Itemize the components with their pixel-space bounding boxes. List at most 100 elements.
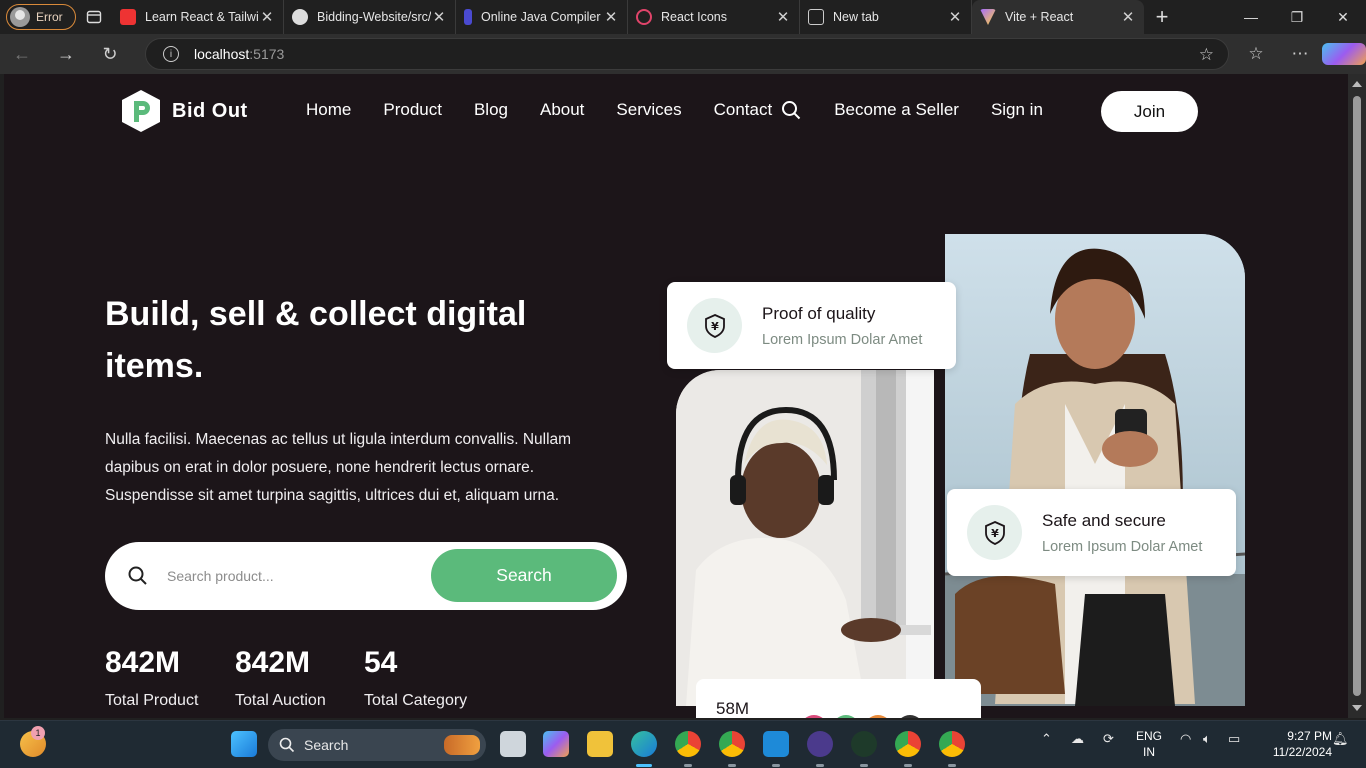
nav-product[interactable]: Product [383, 100, 442, 120]
youtube-icon [120, 9, 136, 25]
browser-tab-bar: Error Learn React & Tailwind ✕ Bidding-W… [0, 0, 1366, 34]
search-highlight-icon [444, 735, 480, 755]
tab-title: Online Java Compiler [481, 10, 601, 24]
vite-icon [980, 9, 996, 25]
close-icon[interactable]: ✕ [947, 8, 963, 26]
site-logo[interactable]: Bid Out [120, 89, 248, 133]
close-window-icon[interactable]: ✕ [1320, 0, 1366, 34]
forward-icon[interactable]: → [44, 34, 88, 74]
file-explorer-icon[interactable] [587, 731, 613, 757]
taskbar-search[interactable]: Search [268, 729, 486, 761]
close-icon[interactable]: ✕ [603, 8, 619, 26]
profile-button[interactable]: Error [6, 4, 76, 30]
search-button[interactable]: Search [431, 549, 617, 602]
refresh-icon[interactable]: ↻ [88, 34, 132, 74]
product-search-bar: Search [105, 542, 627, 610]
svg-text:¥: ¥ [991, 527, 999, 540]
nav-home[interactable]: Home [306, 100, 351, 120]
vscode-icon[interactable] [763, 731, 789, 757]
language-indicator[interactable]: ENG IN [1134, 728, 1164, 760]
app-indicator [948, 764, 956, 767]
chrome-icon[interactable] [939, 731, 965, 757]
edge-icon[interactable] [631, 731, 657, 757]
url-host: localhost [194, 46, 250, 62]
card-title: Safe and secure [1042, 510, 1166, 530]
stat-value: 54 [364, 646, 398, 679]
nav-contact[interactable]: Contact [714, 100, 773, 120]
address-bar[interactable]: i localhost:5173 ☆ [145, 38, 1229, 70]
browser-tab[interactable]: Online Java Compiler ✕ [456, 0, 628, 34]
close-icon[interactable]: ✕ [431, 8, 447, 26]
chrome-icon[interactable] [895, 731, 921, 757]
nav-about[interactable]: About [540, 100, 584, 120]
join-button[interactable]: Join [1101, 91, 1198, 132]
notifications-bell-icon[interactable]: 🔔︎ [1332, 731, 1349, 747]
mongodb-icon[interactable] [851, 731, 877, 757]
nav-blog[interactable]: Blog [474, 100, 508, 120]
browser-tab-active[interactable]: Vite + React ✕ [972, 0, 1144, 34]
close-icon[interactable]: ✕ [1120, 8, 1136, 26]
main-nav: Home Product Blog About Services Contact… [306, 100, 1043, 120]
wifi-icon[interactable]: ◠ [1180, 731, 1191, 747]
site-header: Bid Out Home Product Blog About Services… [4, 74, 1348, 150]
tab-title: New tab [833, 10, 879, 24]
page-scrollbar[interactable] [1348, 74, 1366, 718]
browser-tab[interactable]: Bidding-Website/src/ ✕ [284, 0, 456, 34]
site-info-icon[interactable]: i [163, 46, 179, 62]
copilot-icon[interactable] [543, 731, 569, 757]
shield-yen-icon: ¥ [967, 505, 1022, 560]
close-icon[interactable]: ✕ [775, 8, 791, 26]
profile-label: Error [36, 10, 63, 24]
search-input[interactable] [167, 564, 417, 588]
feature-card-secure: ¥ Safe and secure Lorem Ipsum Dolar Amet [947, 489, 1236, 576]
minimize-icon[interactable]: — [1228, 0, 1274, 34]
card-subtitle: Lorem Ipsum Dolar Amet [1042, 538, 1203, 555]
copilot-icon [1322, 43, 1366, 65]
battery-icon[interactable]: ▭ [1228, 731, 1240, 747]
browser-tab[interactable]: New tab ✕ [800, 0, 972, 34]
search-icon[interactable] [781, 100, 801, 120]
tab-actions-icon[interactable] [76, 0, 112, 34]
start-icon[interactable] [231, 731, 257, 757]
nav-become-seller[interactable]: Become a Seller [834, 100, 959, 120]
clock-date: 11/22/2024 [1272, 745, 1332, 759]
notification-badge: 1 [31, 726, 45, 740]
task-view-icon[interactable] [500, 731, 526, 757]
back-icon[interactable]: ← [0, 34, 44, 74]
close-icon[interactable]: ✕ [259, 8, 275, 26]
copilot-button[interactable] [1322, 43, 1366, 65]
lang-code: ENG [1135, 729, 1162, 743]
browser-tab[interactable]: Learn React & Tailwind ✕ [112, 0, 284, 34]
chrome-icon[interactable] [719, 731, 745, 757]
app-indicator [904, 764, 912, 767]
search-icon [127, 565, 149, 592]
onedrive-icon[interactable]: ☁ [1071, 731, 1084, 747]
restore-icon[interactable]: ❐ [1274, 0, 1320, 34]
eclipse-icon[interactable] [807, 731, 833, 757]
card-subtitle: Lorem Ipsum Dolar Amet [762, 331, 923, 348]
sync-icon[interactable]: ⟳ [1103, 731, 1114, 747]
system-clock[interactable]: 9:27 PM 11/22/2024 [1258, 728, 1332, 760]
scroll-thumb[interactable] [1353, 96, 1361, 696]
scroll-down-icon[interactable] [1352, 705, 1362, 711]
chrome-icon[interactable] [675, 731, 701, 757]
nav-sign-in[interactable]: Sign in [991, 100, 1043, 120]
stats-card-partial: 58M [696, 679, 981, 718]
volume-icon[interactable]: 🔈︎ [1203, 731, 1211, 747]
card-title: Proof of quality [762, 303, 876, 323]
tab-title: Vite + React [1005, 10, 1074, 24]
nav-services[interactable]: Services [616, 100, 681, 120]
windows-taskbar: 1 Search ⌃ ☁ ⟳ ENG IN ◠ 🔈︎ ▭ 9:27 PM 11/… [0, 720, 1366, 768]
favorites-icon[interactable]: ☆ [1234, 44, 1278, 64]
app-indicator [684, 764, 692, 767]
more-menu-icon[interactable]: ⋯ [1278, 44, 1322, 64]
clock-time: 9:27 PM [1287, 729, 1332, 743]
favorite-star-icon[interactable]: ☆ [1199, 45, 1214, 65]
url-port: :5173 [249, 46, 285, 62]
browser-tab[interactable]: React Icons ✕ [628, 0, 800, 34]
scroll-up-icon[interactable] [1352, 81, 1362, 87]
active-app-indicator [636, 764, 652, 767]
avatar [800, 715, 828, 718]
show-hidden-icons-icon[interactable]: ⌃ [1041, 731, 1052, 747]
new-tab-button[interactable]: + [1144, 0, 1180, 34]
